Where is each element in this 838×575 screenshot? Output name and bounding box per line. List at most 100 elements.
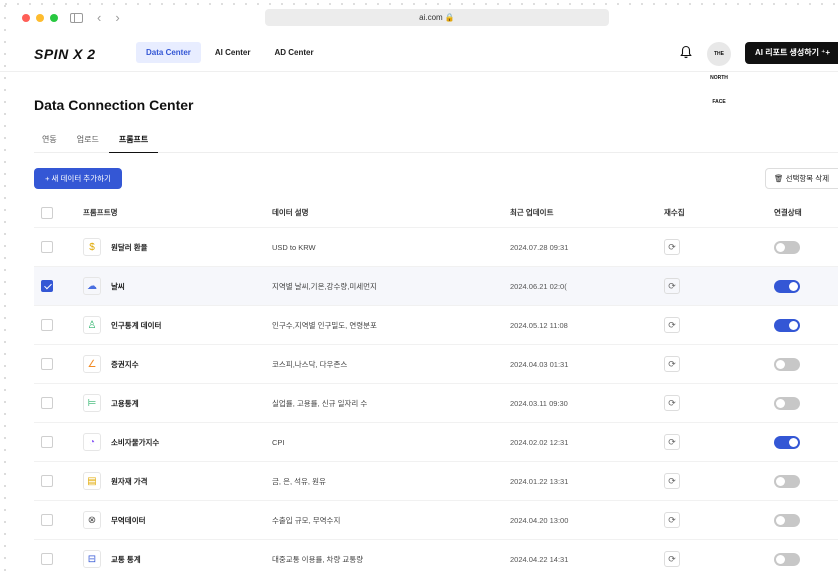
add-data-button[interactable]: + 새 데이터 추가하기 [34,168,122,189]
row-checkbox[interactable] [41,241,53,253]
row-desc-cell: 수출입 규모, 무역수지 [272,501,340,539]
row-name[interactable]: 무역데이터 [111,515,146,526]
sidebar-toggle-icon[interactable] [70,13,83,23]
app-logo[interactable]: SPIN X 2 [34,46,96,62]
table-row[interactable]: ◔ 소비자물가지수 CPI 2024.02.02 12:31 ⟳ [34,423,838,462]
refresh-icon[interactable]: ⟳ [664,473,680,489]
row-sync-cell: ⟳ [664,423,680,461]
table-row[interactable]: ⊟ 교통 통계 대중교통 이용률, 차량 교통량 2024.04.22 14:3… [34,540,838,575]
address-bar[interactable]: ai.com 🔒 [265,9,609,26]
bell-icon[interactable] [680,45,692,59]
nav-tab-ai-center[interactable]: AI Center [205,42,261,63]
connection-toggle[interactable] [774,357,800,371]
connection-toggle[interactable] [774,513,800,527]
row-name[interactable]: 소비자물가지수 [111,437,159,448]
row-name[interactable]: 교통 통계 [111,554,141,565]
connection-toggle[interactable] [774,240,800,254]
forward-icon[interactable]: › [115,10,119,26]
minimize-window-button[interactable] [36,14,44,22]
connection-toggle[interactable] [774,318,800,332]
refresh-icon[interactable]: ⟳ [664,395,680,411]
row-name[interactable]: 원자재 가격 [111,476,148,487]
row-name[interactable]: 고용통계 [111,398,139,409]
row-checkbox[interactable] [41,319,53,331]
refresh-icon[interactable]: ⟳ [664,356,680,372]
row-date: 2024.01.22 13:31 [510,476,569,486]
row-date-cell: 2024.06.21 02:0( [510,267,567,305]
connection-toggle[interactable] [774,279,800,293]
table-row[interactable]: ☁ 날씨 지역별 날씨,기온,강수량,미세먼지 2024.06.21 02:0(… [34,267,838,306]
data-type-icon: ▤ [83,472,101,490]
connection-toggle[interactable] [774,396,800,410]
row-date-cell: 2024.01.22 13:31 [510,462,568,500]
row-desc: USD to KRW [272,242,316,252]
avatar[interactable]: THE NORTH FACE [707,42,731,105]
dotted-border-left [0,0,10,575]
back-icon[interactable]: ‹ [97,10,101,26]
table-row[interactable]: ⊨ 고용통계 실업률, 고용률, 신규 일자리 수 2024.03.11 09:… [34,384,838,423]
table-row[interactable]: ▤ 원자재 가격 금, 은, 석유, 원유 2024.01.22 13:31 ⟳ [34,462,838,501]
refresh-icon[interactable]: ⟳ [664,512,680,528]
header-status: 연결상태 [774,208,802,217]
header-desc: 데이터 설명 [272,208,309,217]
refresh-icon[interactable]: ⟳ [664,278,680,294]
row-check-cell [41,462,53,500]
select-all-checkbox[interactable] [41,206,53,219]
top-navigation: SPIN X 2 Data Center AI Center AD Center… [0,36,838,105]
row-name[interactable]: 날씨 [111,281,125,292]
connection-toggle[interactable] [774,435,800,449]
data-type-icon: ◔ [83,433,101,451]
table-row[interactable]: ♙ 인구통계 데이터 인구수,지역별 인구밀도, 연령분포 2024.05.12… [34,306,838,345]
row-desc-cell: 금, 은, 석유, 원유 [272,462,326,500]
row-checkbox[interactable] [41,475,53,487]
refresh-icon[interactable]: ⟳ [664,317,680,333]
close-window-button[interactable] [22,14,30,22]
row-desc: 대중교통 이용률, 차량 교통량 [272,554,364,564]
nav-tab-data-center[interactable]: Data Center [136,42,201,63]
refresh-icon[interactable]: ⟳ [664,434,680,450]
table-row[interactable]: ⊗ 무역데이터 수출입 규모, 무역수지 2024.04.20 13:00 ⟳ [34,501,838,540]
nav-tab-ad-center[interactable]: AD Center [264,42,323,63]
row-checkbox[interactable] [41,397,53,409]
row-desc-cell: 인구수,지역별 인구밀도, 연령분포 [272,306,377,344]
data-type-icon: ☁ [83,277,101,295]
row-check-cell [41,267,53,305]
row-name-cell: ☁ 날씨 [83,267,125,305]
row-checkbox[interactable] [41,280,53,292]
row-desc: 금, 은, 석유, 원유 [272,476,326,486]
delete-selected-button[interactable]: 🗑 선택항목 삭제 [765,168,838,189]
row-checkbox[interactable] [41,436,53,448]
row-desc-cell: 지역별 날씨,기온,강수량,미세먼지 [272,267,377,305]
maximize-window-button[interactable] [50,14,58,22]
row-desc: 실업률, 고용률, 신규 일자리 수 [272,398,368,408]
row-date-cell: 2024.04.20 13:00 [510,501,568,539]
row-name-cell: ⊗ 무역데이터 [83,501,146,539]
ai-report-button[interactable]: AI 리포트 생성하기 ⁺+ [745,42,838,64]
row-sync-cell: ⟳ [664,384,680,422]
row-date-cell: 2024.03.11 09:30 [510,384,568,422]
refresh-icon[interactable]: ⟳ [664,551,680,567]
table-row[interactable]: ∠ 증권지수 코스피,나스닥, 다우존스 2024.04.03 01:31 ⟳ [34,345,838,384]
table-row[interactable]: $ 원달러 환율 USD to KRW 2024.07.28 09:31 ⟳ [34,228,838,267]
header-sync: 재수집 [664,208,685,217]
row-name[interactable]: 원달러 환율 [111,242,148,253]
row-status-cell [774,384,800,422]
row-desc-cell: 대중교통 이용률, 차량 교통량 [272,540,363,575]
row-sync-cell: ⟳ [664,540,680,575]
row-status-cell [774,345,800,383]
row-status-cell [774,501,800,539]
refresh-icon[interactable]: ⟳ [664,239,680,255]
select-all-cell [41,198,53,227]
connection-toggle[interactable] [774,474,800,488]
row-checkbox[interactable] [41,553,53,565]
connection-toggle[interactable] [774,552,800,566]
tab-upload[interactable]: 업로드 [67,127,109,153]
row-name[interactable]: 증권지수 [111,359,139,370]
row-checkbox[interactable] [41,358,53,370]
tab-prompt[interactable]: 프롬프트 [108,127,159,153]
row-checkbox[interactable] [41,514,53,526]
row-name[interactable]: 인구통계 데이터 [111,320,161,331]
row-desc-cell: CPI [272,423,285,461]
tab-integration[interactable]: 연동 [34,127,67,153]
row-sync-cell: ⟳ [664,345,680,383]
